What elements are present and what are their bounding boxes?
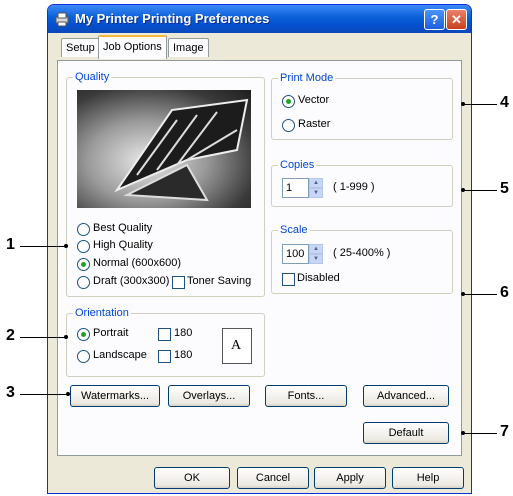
tab-setup[interactable]: Setup	[61, 38, 100, 57]
toner-saving-checkbox[interactable]	[172, 276, 185, 289]
printer-icon	[55, 12, 69, 27]
callout-5-line	[463, 190, 497, 191]
page-orientation-icon: A	[222, 328, 252, 364]
butterfly-image	[114, 98, 249, 202]
tab-image[interactable]: Image	[168, 38, 209, 57]
raster-label: Raster	[298, 118, 331, 130]
callout-7-dot	[461, 431, 465, 435]
best-quality-radio[interactable]	[77, 223, 90, 236]
callout-6-dot	[461, 292, 465, 296]
portrait-label: Portrait	[93, 327, 129, 339]
callout-2: 2	[6, 327, 15, 344]
draft-quality-radio[interactable]	[77, 276, 90, 289]
callout-1-line	[20, 246, 66, 247]
raster-radio[interactable]	[282, 119, 295, 132]
callout-5: 5	[500, 180, 509, 197]
window-title: My Printer Printing Preferences	[75, 11, 270, 26]
watermarks-button[interactable]: Watermarks...	[70, 385, 160, 407]
normal-quality-label: Normal (600x600)	[93, 257, 182, 269]
scale-input[interactable]: 100	[282, 244, 309, 264]
fonts-button[interactable]: Fonts...	[265, 385, 347, 407]
copies-group-label: Copies	[278, 159, 317, 171]
print-mode-group: Print Mode	[271, 72, 453, 140]
portrait-radio[interactable]	[77, 328, 90, 341]
help-title-button[interactable]: ?	[424, 9, 445, 30]
toner-saving-label: Toner Saving	[187, 275, 252, 287]
cancel-button[interactable]: Cancel	[237, 467, 309, 489]
portrait-180-label: 180	[174, 327, 193, 339]
landscape-label: Landscape	[93, 349, 147, 361]
portrait-180-checkbox[interactable]	[158, 328, 171, 341]
callout-7: 7	[500, 423, 509, 440]
quality-group-label: Quality	[73, 71, 112, 83]
callout-4: 4	[500, 94, 509, 111]
callout-4-line	[463, 104, 497, 105]
spin-up-icon[interactable]: ▲	[309, 178, 323, 188]
callout-6-line	[463, 294, 497, 295]
callout-6: 6	[500, 284, 509, 301]
callout-4-dot	[461, 102, 465, 106]
disabled-checkbox[interactable]	[282, 273, 295, 286]
title-bar[interactable]: My Printer Printing Preferences ? ✕	[48, 5, 471, 33]
spin-down-icon[interactable]: ▼	[309, 188, 323, 198]
disabled-label: Disabled	[297, 272, 340, 284]
high-quality-label: High Quality	[93, 239, 153, 251]
callout-1: 1	[6, 236, 15, 253]
high-quality-radio[interactable]	[77, 240, 90, 253]
callout-2-dot	[64, 335, 68, 339]
callout-5-dot	[461, 188, 465, 192]
scale-group-label: Scale	[278, 224, 310, 236]
normal-quality-radio[interactable]	[77, 258, 90, 271]
scale-range: ( 25-400% )	[333, 247, 391, 259]
advanced-button[interactable]: Advanced...	[363, 385, 449, 407]
page-letter-glyph: A	[231, 338, 242, 353]
orientation-group-label: Orientation	[73, 307, 131, 319]
copies-input[interactable]: 1	[282, 178, 309, 198]
vector-radio[interactable]	[282, 95, 295, 108]
landscape-180-label: 180	[174, 349, 193, 361]
vector-label: Vector	[298, 94, 330, 106]
apply-button[interactable]: Apply	[314, 467, 386, 489]
overlays-button[interactable]: Overlays...	[168, 385, 250, 407]
scale-spinner[interactable]: ▲ ▼	[309, 244, 323, 264]
callout-3-dot	[66, 392, 70, 396]
tab-job-options[interactable]: Job Options	[98, 35, 167, 59]
copies-spinner[interactable]: ▲ ▼	[309, 178, 323, 198]
draft-quality-label: Draft (300x300)	[93, 275, 170, 287]
best-quality-label: Best Quality	[93, 222, 153, 234]
spin-up-icon[interactable]: ▲	[309, 244, 323, 254]
landscape-radio[interactable]	[77, 350, 90, 363]
callout-2-line	[20, 337, 66, 338]
help-button[interactable]: Help	[392, 467, 464, 489]
callout-3-line	[20, 394, 68, 395]
callout-3: 3	[6, 384, 15, 401]
callout-7-line	[463, 433, 497, 434]
default-button[interactable]: Default	[363, 422, 449, 444]
print-mode-group-label: Print Mode	[278, 72, 336, 84]
copies-range: ( 1-999 )	[333, 181, 375, 193]
callout-1-dot	[64, 244, 68, 248]
ok-button[interactable]: OK	[154, 467, 230, 489]
spin-down-icon[interactable]: ▼	[309, 254, 323, 264]
quality-preview-image	[77, 90, 251, 208]
landscape-180-checkbox[interactable]	[158, 350, 171, 363]
close-button[interactable]: ✕	[446, 9, 467, 30]
